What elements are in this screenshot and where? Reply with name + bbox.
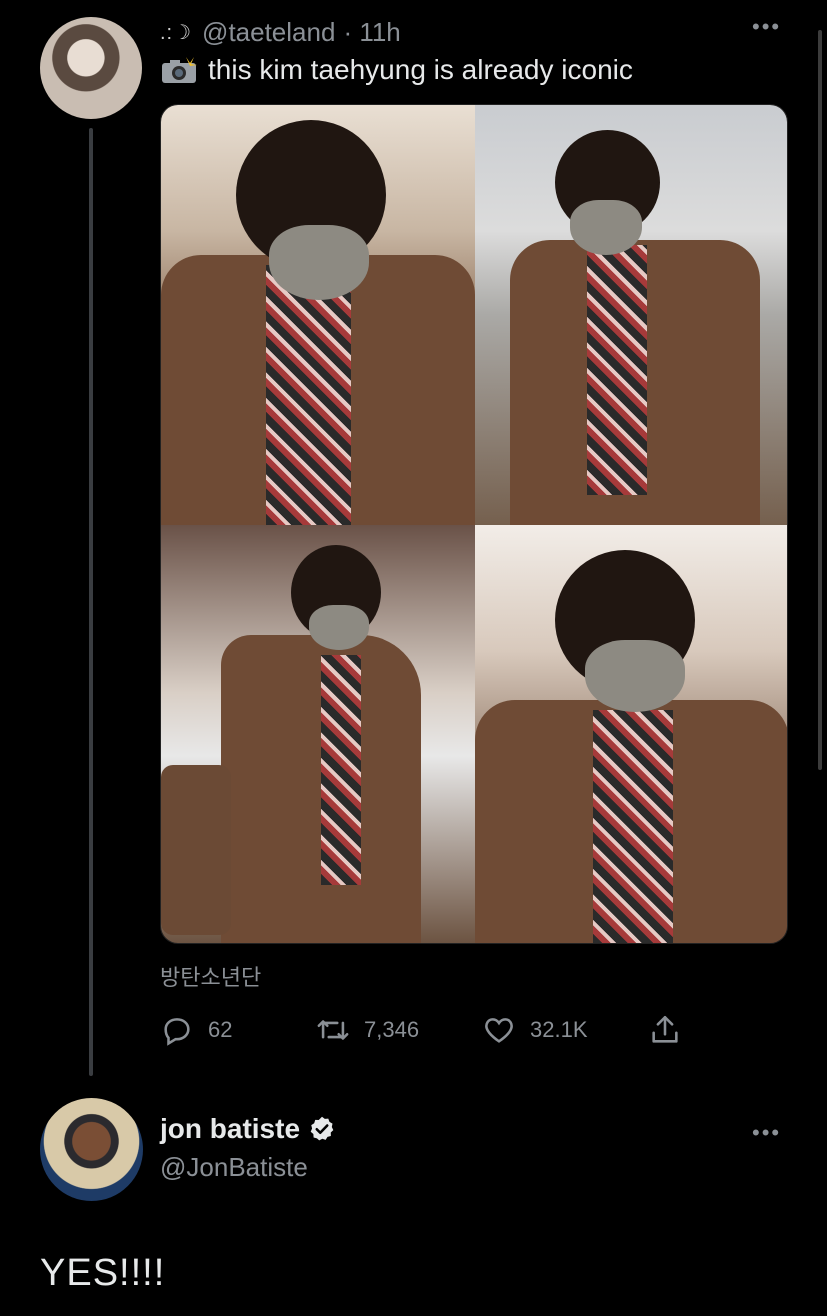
reply-author[interactable]: jon batiste	[160, 1113, 336, 1145]
tweet-header: .:☽ @taeteland · 11h	[160, 15, 401, 49]
heart-icon	[485, 1018, 513, 1043]
avatar-jonbatiste[interactable]	[40, 1098, 143, 1201]
tweet-text: this kim taehyung is already iconic	[160, 54, 633, 86]
share-icon	[652, 1015, 678, 1043]
retweet-icon	[317, 1020, 349, 1040]
retweet-count: 7,346	[364, 1017, 420, 1042]
camera-flash-icon	[160, 55, 198, 85]
like-button[interactable]: 32.1K	[482, 1010, 588, 1050]
photo-1[interactable]	[161, 105, 475, 525]
reply-author-handle[interactable]: @JonBatiste	[160, 1152, 308, 1183]
share-button[interactable]	[648, 1010, 696, 1050]
like-count: 32.1K	[530, 1017, 588, 1042]
reply-count: 62	[208, 1017, 233, 1042]
more-horizontal-icon: •••	[752, 1120, 782, 1145]
reply-author-name[interactable]: jon batiste	[160, 1113, 300, 1145]
reply-body: YES!!!!	[40, 1252, 166, 1294]
tweet-body: this kim taehyung is already iconic	[208, 54, 633, 85]
reply-button[interactable]: 62	[160, 1010, 232, 1050]
more-horizontal-icon: •••	[752, 14, 782, 39]
retweet-button[interactable]: 7,346	[316, 1010, 419, 1050]
photo-3[interactable]	[161, 525, 475, 943]
reply-more-options-button[interactable]: •••	[752, 1120, 781, 1146]
photo-4[interactable]	[475, 525, 787, 943]
verified-badge-icon	[308, 1115, 336, 1143]
tweet-actions: 62 7,346 32.1K	[160, 1010, 680, 1050]
more-options-button[interactable]: •••	[752, 14, 781, 40]
thread-connector	[89, 128, 93, 1076]
scrollbar[interactable]	[818, 30, 822, 770]
tweet-time[interactable]: · 11h	[343, 17, 400, 48]
handle-emoji: .:☽	[160, 21, 193, 44]
tweet-caption: 방탄소년단	[160, 966, 262, 991]
tweet-handle[interactable]: @taeteland	[202, 17, 335, 48]
photo-2[interactable]	[475, 105, 787, 525]
reply-icon	[164, 1018, 190, 1046]
avatar-taeteland[interactable]	[40, 17, 142, 119]
media-grid[interactable]	[160, 104, 788, 944]
